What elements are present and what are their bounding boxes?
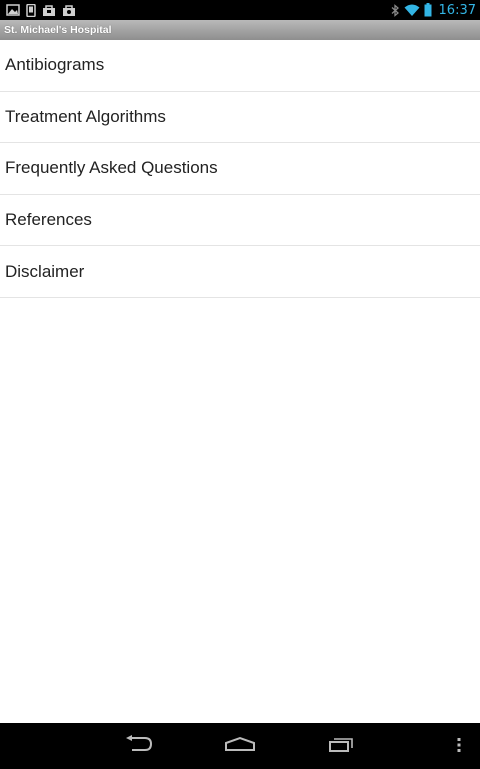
menu-item-label: Treatment Algorithms (5, 106, 166, 126)
menu-item-disclaimer[interactable]: Disclaimer (0, 246, 480, 298)
notification-icons (6, 3, 76, 17)
shop-bag-icon (42, 4, 56, 17)
overflow-menu-icon (457, 737, 461, 756)
menu-item-faq[interactable]: Frequently Asked Questions (0, 143, 480, 195)
overflow-menu-button[interactable] (446, 723, 472, 769)
title-bar: St. Michael's Hospital (0, 20, 480, 40)
bluetooth-icon (391, 3, 400, 17)
menu-item-references[interactable]: References (0, 195, 480, 247)
menu-list: Antibiograms Treatment Algorithms Freque… (0, 40, 480, 298)
home-icon (224, 736, 256, 756)
app-title: St. Michael's Hospital (4, 24, 112, 36)
menu-item-treatment-algorithms[interactable]: Treatment Algorithms (0, 92, 480, 144)
wifi-icon (404, 4, 420, 17)
menu-item-label: Frequently Asked Questions (5, 158, 218, 178)
menu-item-antibiograms[interactable]: Antibiograms (0, 40, 480, 92)
camera-bag-icon (62, 4, 76, 17)
back-button[interactable] (108, 723, 168, 769)
recent-apps-button[interactable] (312, 723, 372, 769)
menu-item-label: Disclaimer (5, 261, 85, 281)
menu-item-label: References (5, 210, 92, 230)
navigation-bar (0, 723, 480, 769)
gallery-icon (6, 4, 20, 16)
status-time: 16:37 (438, 2, 476, 18)
phone-icon (26, 3, 36, 17)
back-icon (123, 735, 153, 757)
menu-item-label: Antibiograms (5, 55, 105, 75)
system-status-icons: 16:37 (391, 3, 476, 18)
home-button[interactable] (210, 723, 270, 769)
status-bar: 16:37 (0, 0, 480, 20)
battery-icon (424, 3, 432, 17)
recent-apps-icon (328, 735, 356, 757)
